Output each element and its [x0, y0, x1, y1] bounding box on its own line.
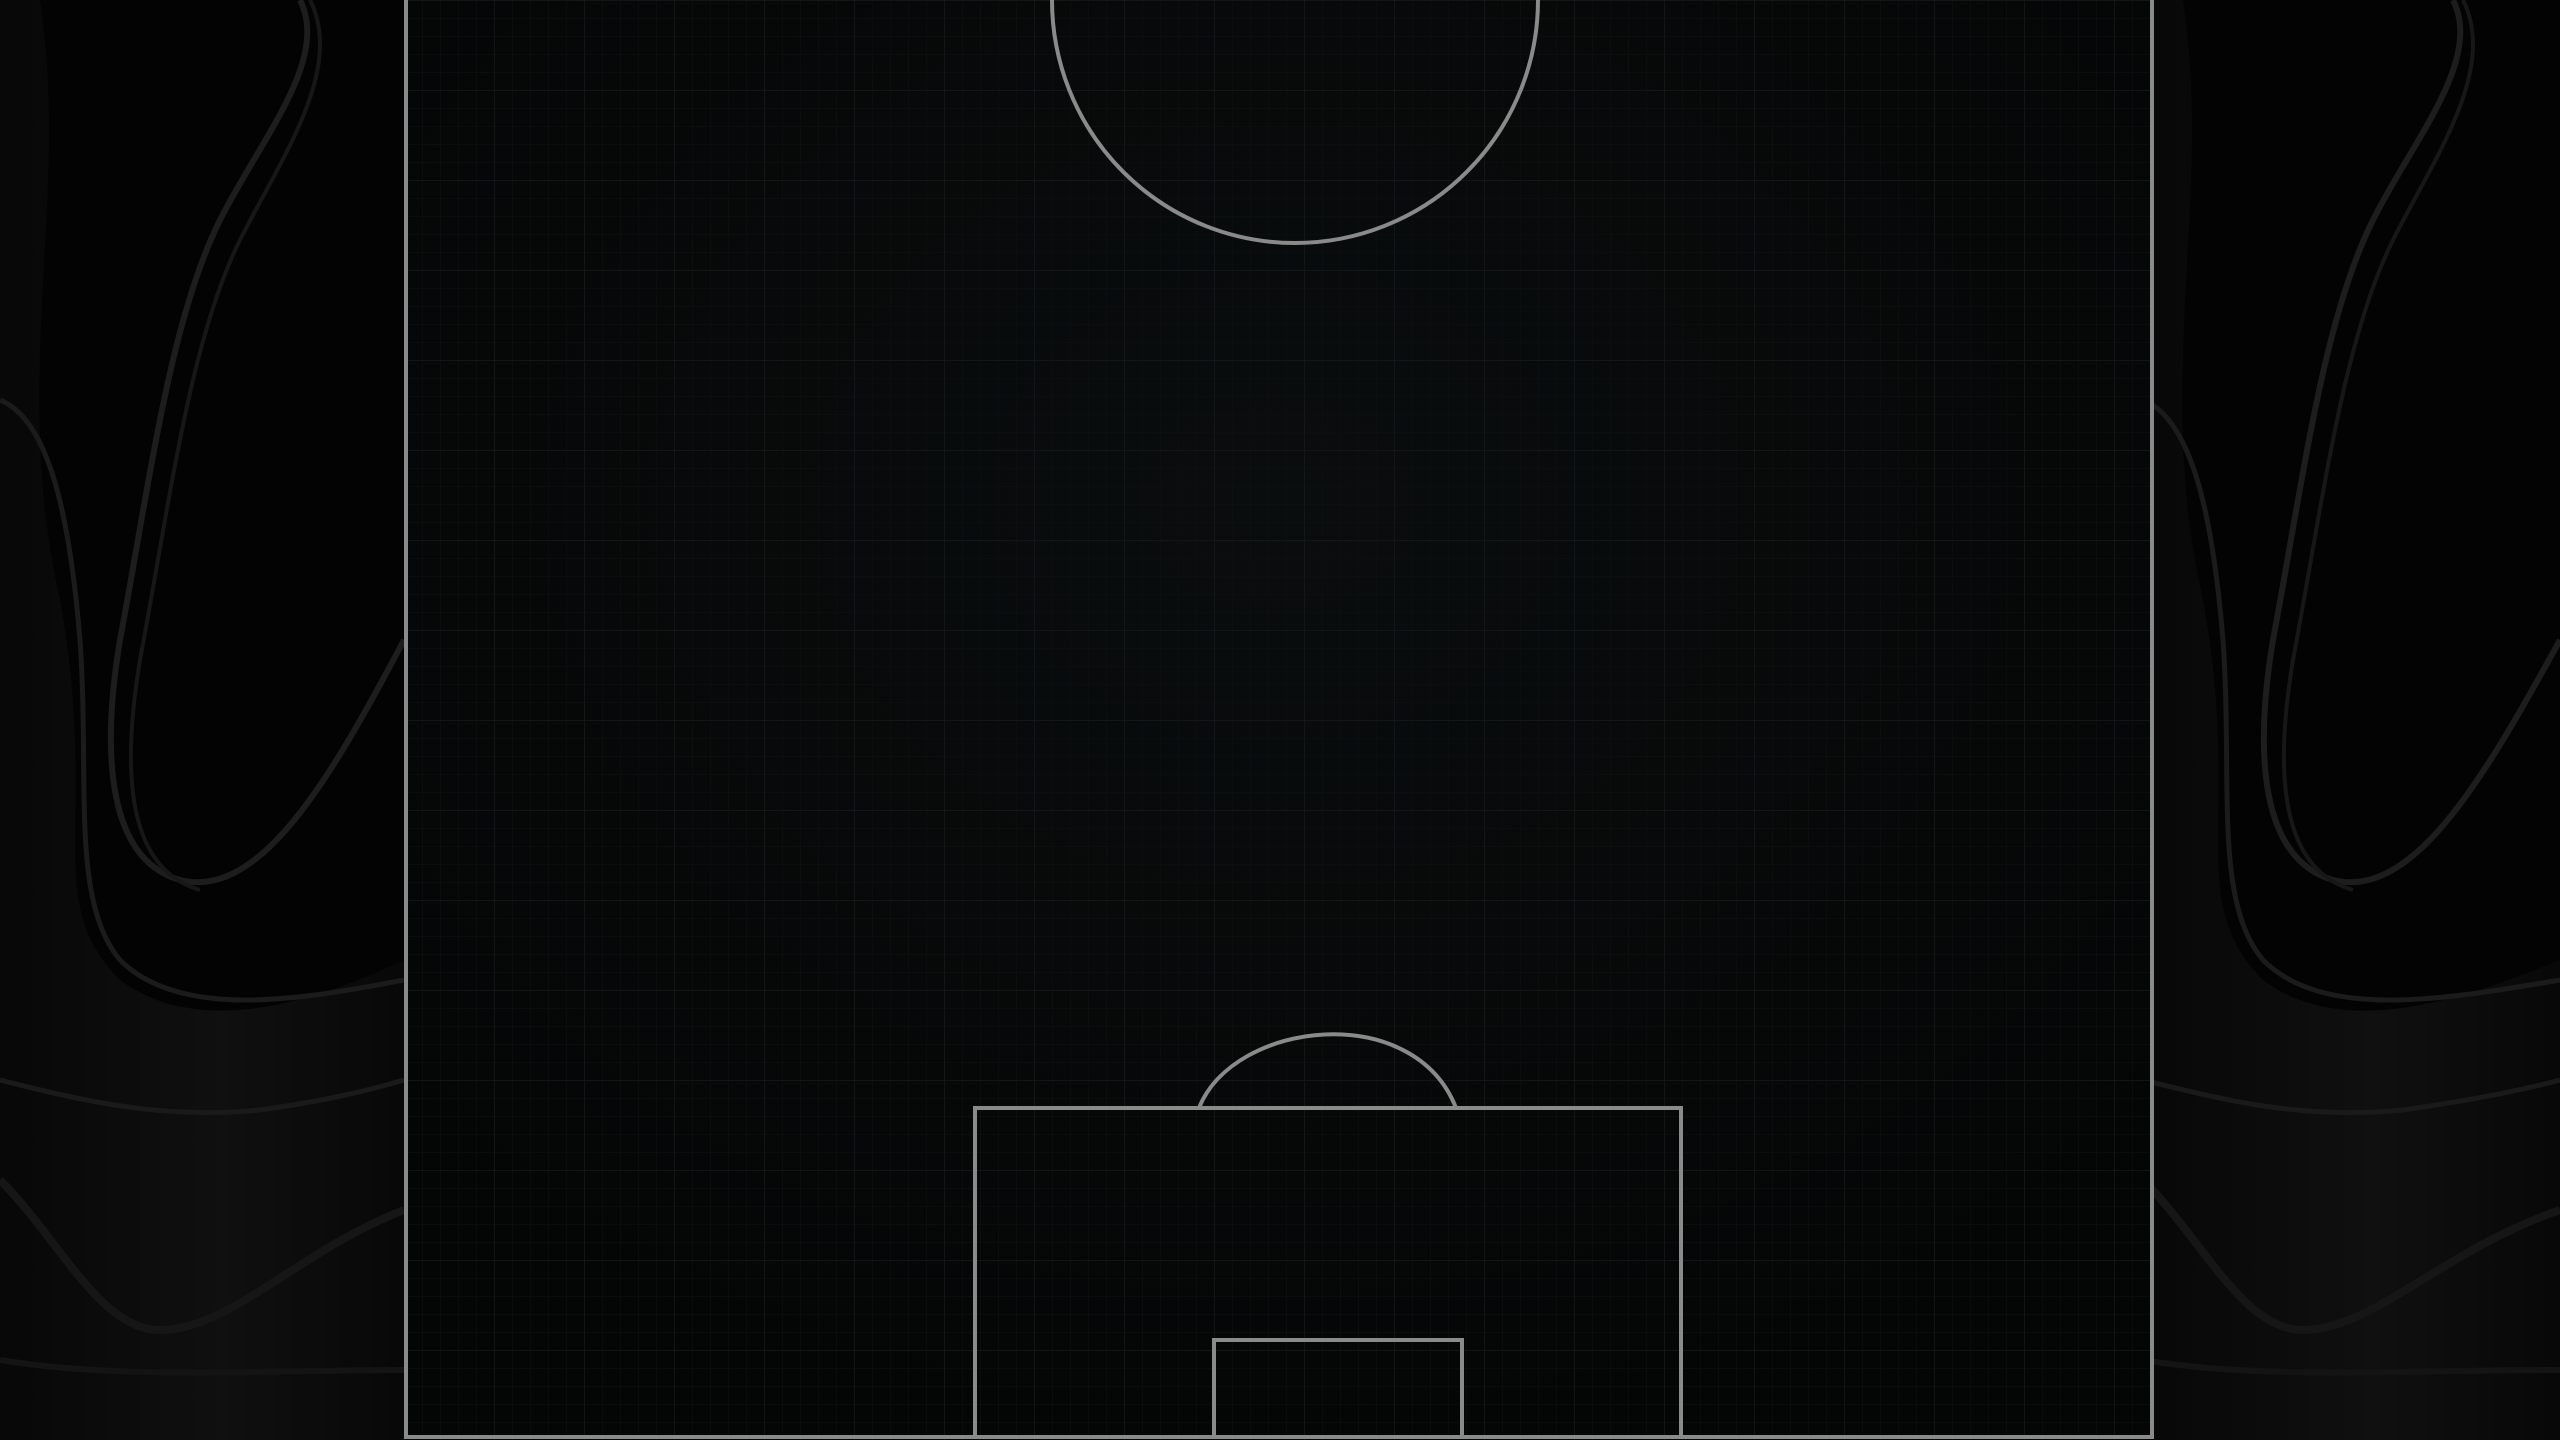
right-decorative-panel — [2143, 0, 2560, 1440]
pitch-grid — [404, 0, 2154, 1440]
pitch-canvas[interactable] — [404, 0, 2154, 1440]
pitch[interactable] — [404, 0, 2154, 1440]
pitch-view-screen — [0, 0, 2560, 1440]
left-decorative-panel — [0, 0, 404, 1440]
left-wave-art — [0, 0, 404, 1440]
right-wave-art — [2143, 0, 2560, 1440]
